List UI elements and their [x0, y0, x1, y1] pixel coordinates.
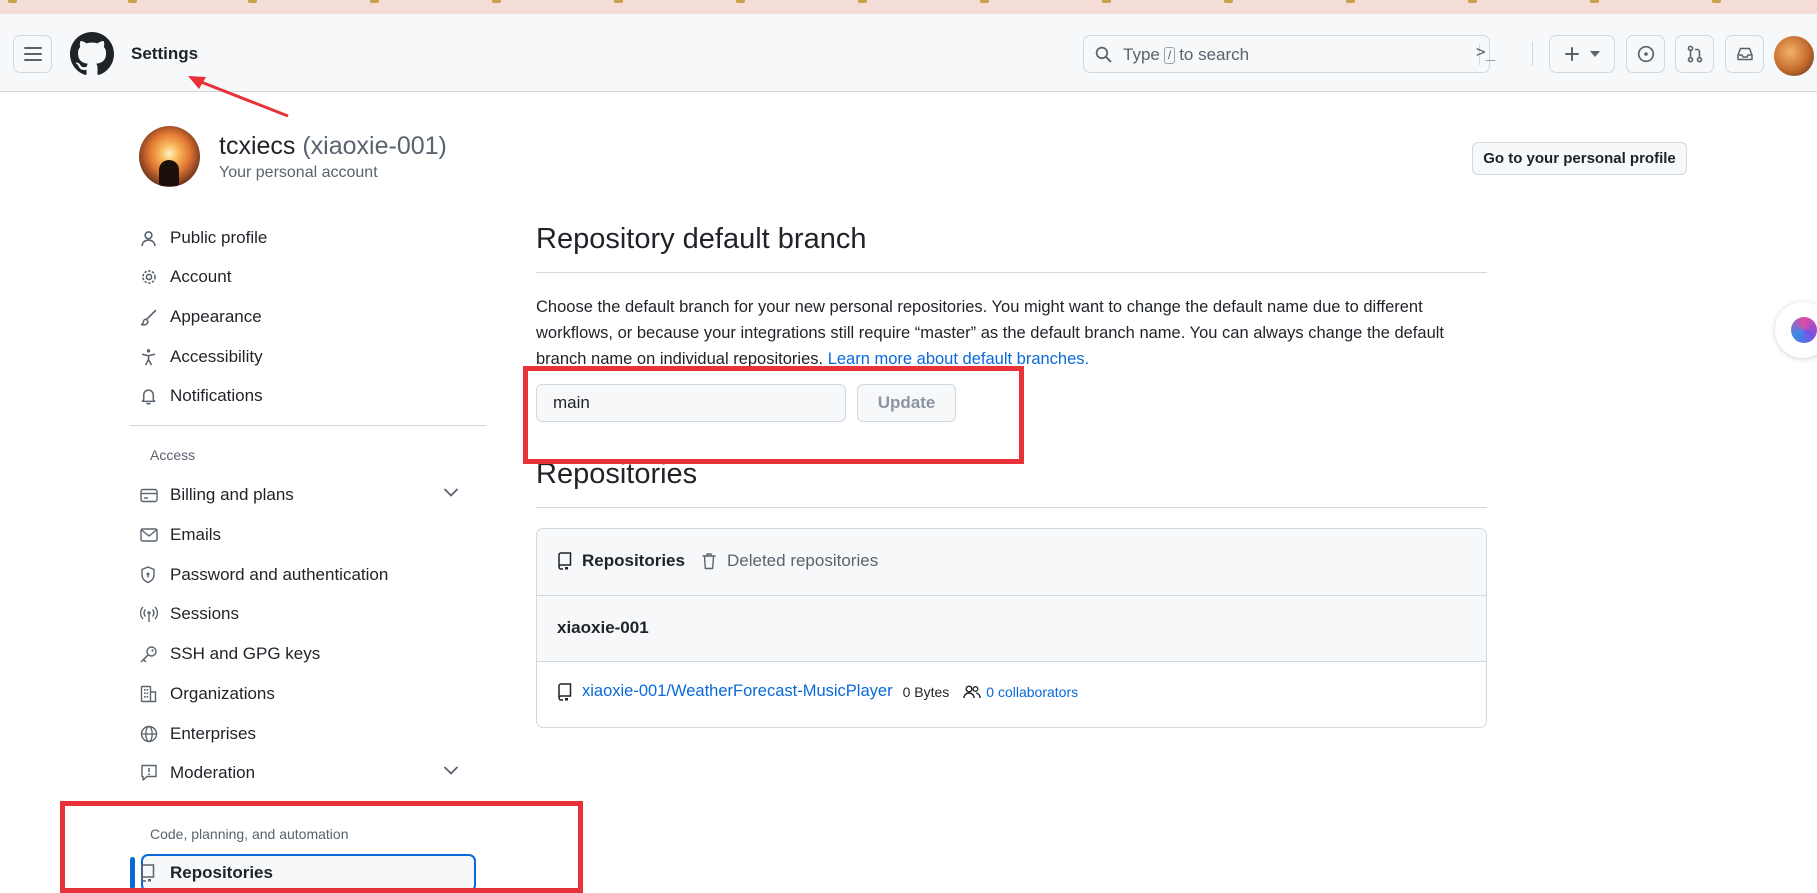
default-branch-description: Choose the default branch for your new p… [536, 298, 1444, 368]
repo-icon [558, 552, 572, 570]
trash-icon [702, 553, 716, 570]
page-context-title: Settings [131, 44, 199, 63]
user-avatar-menu[interactable] [1774, 36, 1814, 76]
tab-repositories[interactable]: Repositories [557, 551, 685, 571]
sidebar-item-billing[interactable]: Billing and plans [140, 479, 476, 511]
person-icon [141, 230, 156, 246]
repo-icon [558, 682, 572, 701]
caret-down-icon [1590, 51, 1600, 57]
report-icon [141, 764, 157, 781]
issues-button[interactable] [1626, 35, 1665, 73]
plus-icon [1565, 47, 1579, 61]
sidebar-item-sessions[interactable]: Sessions [140, 598, 476, 630]
inbox-icon [1736, 47, 1753, 61]
mail-icon [140, 528, 158, 542]
chevron-down-icon [444, 488, 458, 497]
search-placeholder: Type / to search [1123, 45, 1250, 64]
sidebar-item-organizations[interactable]: Organizations [140, 678, 476, 710]
bell-icon [141, 389, 156, 405]
accessibility-icon [141, 349, 156, 366]
repository-link[interactable]: xiaoxie-001/WeatherForecast-MusicPlayer [582, 682, 893, 701]
repositories-tabs: Repositories Deleted repositories [537, 529, 1486, 596]
git-pull-request-icon [1687, 45, 1702, 63]
menu-button[interactable] [13, 35, 52, 73]
header-divider [1532, 42, 1533, 66]
repositories-panel: Repositories Deleted repositories xiaoxi… [536, 528, 1487, 728]
chevron-down-icon [444, 766, 458, 775]
go-to-profile-button[interactable]: Go to your personal profile [1472, 142, 1687, 175]
sidebar-item-appearance[interactable]: Appearance [140, 301, 476, 333]
paintbrush-icon [140, 309, 157, 326]
credit-card-icon [140, 488, 158, 502]
sidebar-item-emails[interactable]: Emails [140, 519, 476, 551]
hamburger-icon [23, 47, 42, 61]
issue-opened-icon [1637, 45, 1654, 63]
tab-deleted-repositories[interactable]: Deleted repositories [701, 551, 878, 571]
create-new-button[interactable] [1549, 35, 1615, 73]
annotation-arrow [188, 76, 289, 118]
owner-name: xiaoxie-001 [557, 618, 649, 637]
sidebar-group-access: Access [150, 447, 196, 463]
sidebar-item-accessibility[interactable]: Accessibility [140, 341, 476, 373]
search-shortcut-key: / [1163, 46, 1176, 64]
profile-avatar [139, 126, 200, 187]
search-icon [1095, 46, 1112, 63]
globe-icon [140, 725, 158, 743]
account-subtitle: Your personal account [219, 164, 378, 181]
floating-extension-button[interactable] [1775, 302, 1817, 358]
sidebar-item-account[interactable]: Account [140, 261, 476, 293]
sidebar-item-moderation[interactable]: Moderation [140, 757, 476, 789]
sidebar-item-notifications[interactable]: Notifications [140, 380, 476, 412]
repository-size: 0 Bytes [902, 683, 950, 700]
owner-row: xiaoxie-001 [537, 596, 1486, 662]
search-input[interactable]: Type / to search [1083, 35, 1490, 73]
gear-icon [142, 270, 156, 284]
inbox-button[interactable] [1725, 35, 1764, 73]
shield-lock-icon [141, 566, 155, 584]
command-palette-icon[interactable]: >_ [1476, 42, 1495, 61]
repository-row: xiaoxie-001/WeatherForecast-MusicPlayer … [557, 682, 1078, 701]
organization-icon [140, 685, 157, 703]
github-logo-icon[interactable] [70, 32, 114, 76]
sidebar-item-public-profile[interactable]: Public profile [140, 222, 476, 254]
collaborators-link[interactable]: 0 collaborators [963, 684, 1078, 700]
section-divider [536, 507, 1487, 508]
sidebar-divider [130, 425, 486, 426]
default-branch-heading: Repository default branch [536, 223, 867, 255]
section-divider [536, 272, 1487, 273]
sidebar-item-ssh-gpg[interactable]: SSH and GPG keys [140, 638, 476, 670]
annotation-box-repositories-nav [60, 801, 583, 893]
annotation-box-default-branch [523, 366, 1024, 464]
pull-requests-button[interactable] [1675, 35, 1714, 73]
sidebar-item-enterprises[interactable]: Enterprises [140, 718, 476, 750]
browser-top-strip [0, 0, 1817, 14]
key-icon [140, 646, 157, 663]
sidebar-item-password-auth[interactable]: Password and authentication [140, 559, 476, 591]
broadcast-icon [140, 606, 158, 622]
brain-icon [1791, 317, 1817, 343]
people-icon [963, 685, 981, 698]
account-name: tcxiecs (xiaoxie-001) [219, 132, 447, 160]
